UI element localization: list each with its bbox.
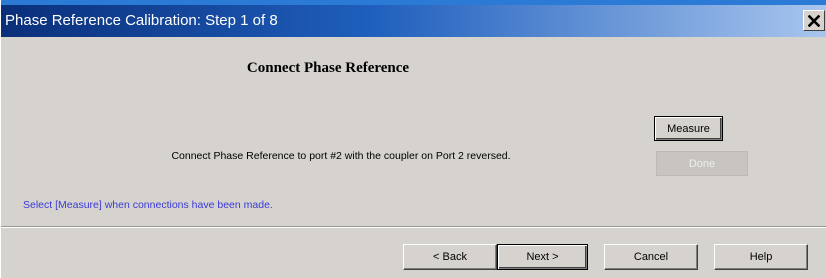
cancel-button[interactable]: Cancel — [604, 244, 698, 270]
close-button[interactable] — [803, 10, 825, 31]
hint-text: Select [Measure] when connections have b… — [23, 199, 273, 211]
help-button[interactable]: Help — [714, 244, 808, 270]
back-button[interactable]: < Back — [403, 244, 497, 270]
footer-separator — [1, 226, 826, 228]
window-title: Phase Reference Calibration: Step 1 of 8 — [5, 12, 278, 29]
step-heading: Connect Phase Reference — [246, 60, 410, 76]
close-icon — [808, 14, 820, 27]
instruction-text: Connect Phase Reference to port #2 with … — [171, 150, 511, 162]
calibration-dialog: Phase Reference Calibration: Step 1 of 8… — [0, 0, 826, 278]
measure-button[interactable]: Measure — [654, 116, 723, 141]
title-bar[interactable]: Phase Reference Calibration: Step 1 of 8 — [1, 5, 826, 37]
next-button[interactable]: Next > — [497, 244, 588, 270]
